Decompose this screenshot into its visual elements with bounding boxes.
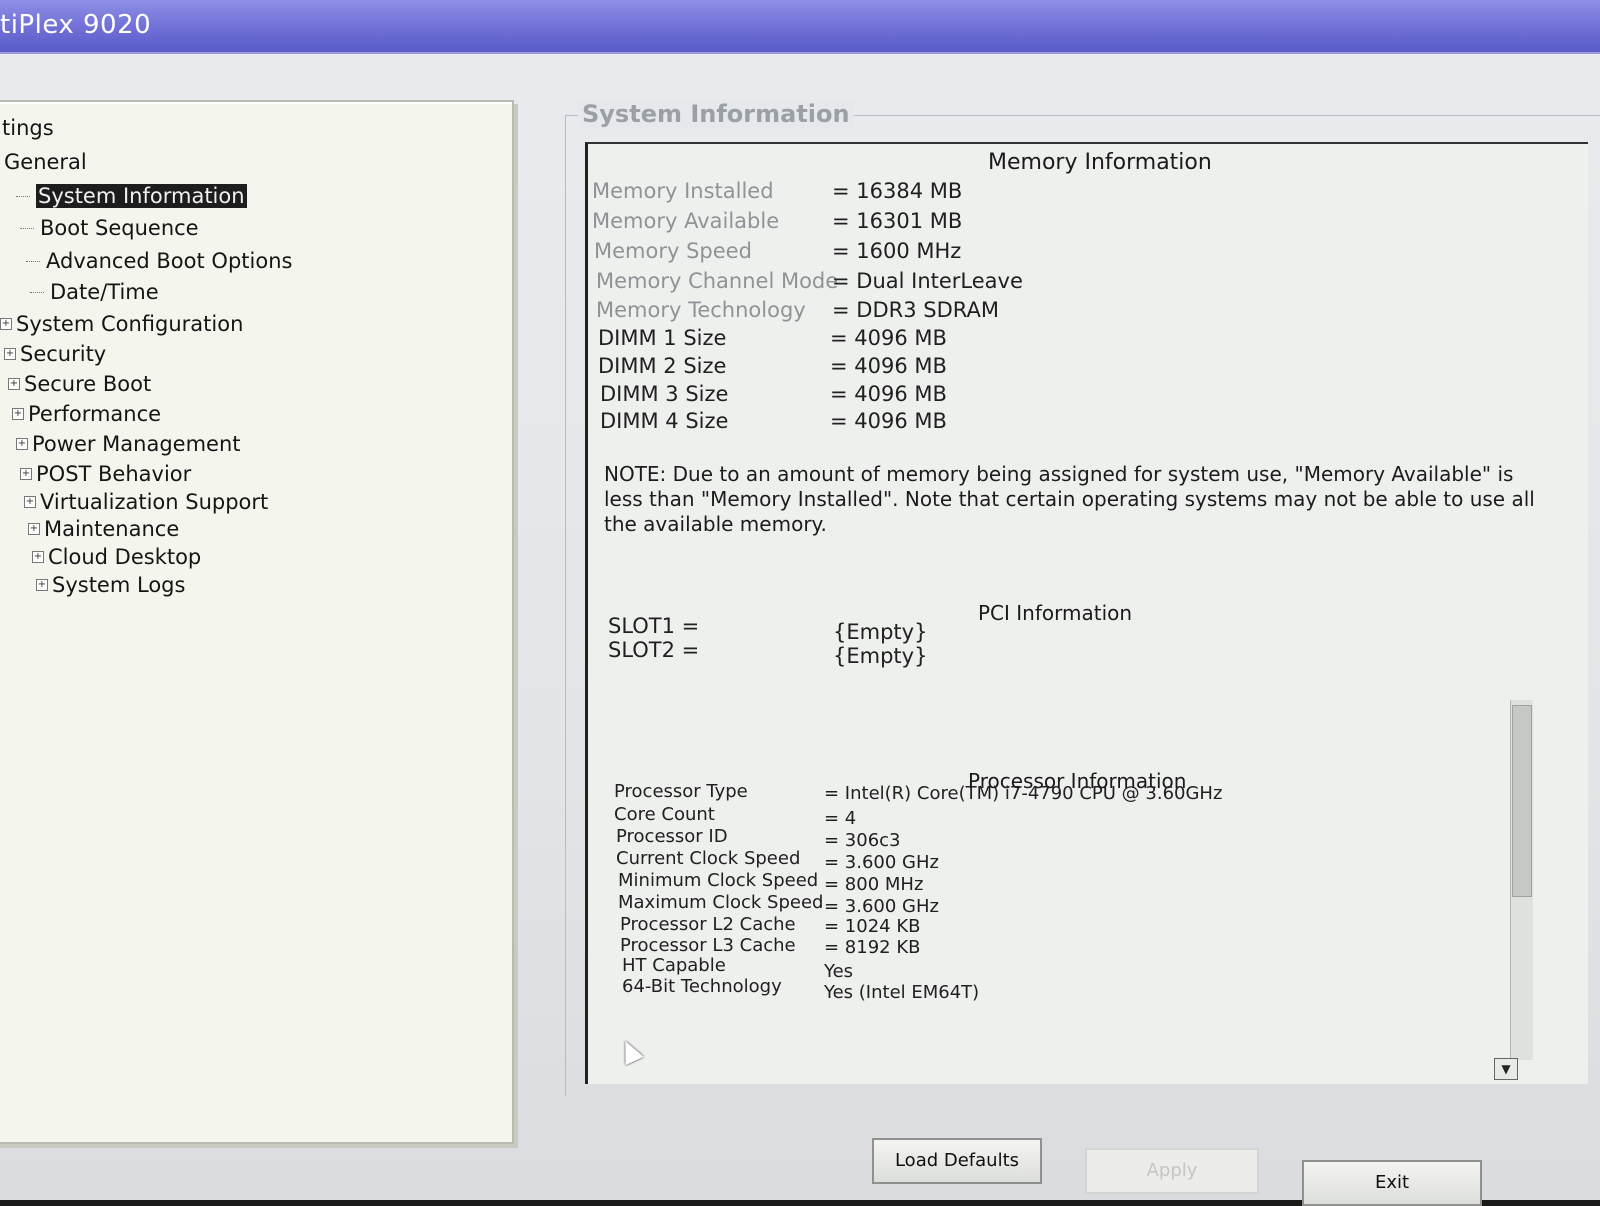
expand-plus-icon[interactable]: + — [36, 579, 48, 591]
group-title: System Information — [578, 100, 854, 128]
expand-plus-icon[interactable]: + — [24, 496, 36, 508]
window-title: tiPlex 9020 — [0, 10, 152, 40]
expand-plus-icon[interactable]: + — [32, 551, 44, 563]
tree-item-performance[interactable]: + Performance — [12, 402, 161, 426]
tree-item-cloud-desktop[interactable]: + Cloud Desktop — [32, 545, 201, 569]
tree-item-system-configuration[interactable]: + System Configuration — [0, 312, 243, 336]
memory-note: NOTE: Due to an amount of memory being a… — [604, 462, 1535, 536]
tree-item-security[interactable]: + Security — [4, 342, 106, 366]
tree-item-general[interactable]: General — [4, 150, 87, 174]
tree-item-boot-sequence[interactable]: Boot Sequence — [20, 216, 199, 240]
expand-plus-icon[interactable]: + — [16, 438, 28, 450]
tree-item-system-logs[interactable]: + System Logs — [36, 573, 185, 597]
tree-connector — [16, 195, 30, 197]
expand-plus-icon[interactable]: + — [12, 408, 24, 420]
tree-connector — [30, 291, 44, 293]
arrow-down-icon[interactable]: ▼ — [1494, 1058, 1518, 1080]
tree-connector — [26, 260, 40, 262]
exit-button[interactable]: Exit — [1302, 1160, 1482, 1206]
tree-item-date-time[interactable]: Date/Time — [30, 280, 159, 304]
expand-plus-icon[interactable]: + — [0, 318, 12, 330]
expand-plus-icon[interactable]: + — [28, 523, 40, 535]
tree-item-secure-boot[interactable]: + Secure Boot — [8, 372, 151, 396]
memory-section-title: Memory Information — [988, 150, 1212, 175]
title-bar: tiPlex 9020 — [0, 0, 1600, 54]
settings-tree: tings General System Information Boot Se… — [0, 100, 514, 1144]
tree-item-power-management[interactable]: + Power Management — [16, 432, 241, 456]
expand-plus-icon[interactable]: + — [4, 348, 16, 360]
tree-root[interactable]: tings — [2, 116, 54, 140]
expand-plus-icon[interactable]: + — [8, 378, 20, 390]
scrollbar-thumb[interactable] — [1512, 705, 1532, 897]
tree-item-maintenance[interactable]: + Maintenance — [28, 517, 179, 541]
load-defaults-button[interactable]: Load Defaults — [872, 1138, 1042, 1184]
tree-item-virtualization-support[interactable]: + Virtualization Support — [24, 490, 268, 514]
tree-item-system-information[interactable]: System Information — [16, 184, 247, 208]
expand-plus-icon[interactable]: + — [20, 468, 32, 480]
system-information-panel: Memory Information Memory Installed = 16… — [585, 142, 1588, 1084]
tree-item-advanced-boot-options[interactable]: Advanced Boot Options — [26, 249, 292, 273]
tree-connector — [20, 227, 34, 229]
tree-item-post-behavior[interactable]: + POST Behavior — [20, 462, 191, 486]
bios-screen: tiPlex 9020 tings General System Informa… — [0, 0, 1600, 1206]
apply-button[interactable]: Apply — [1085, 1148, 1259, 1194]
pci-section-title: PCI Information — [978, 601, 1133, 625]
